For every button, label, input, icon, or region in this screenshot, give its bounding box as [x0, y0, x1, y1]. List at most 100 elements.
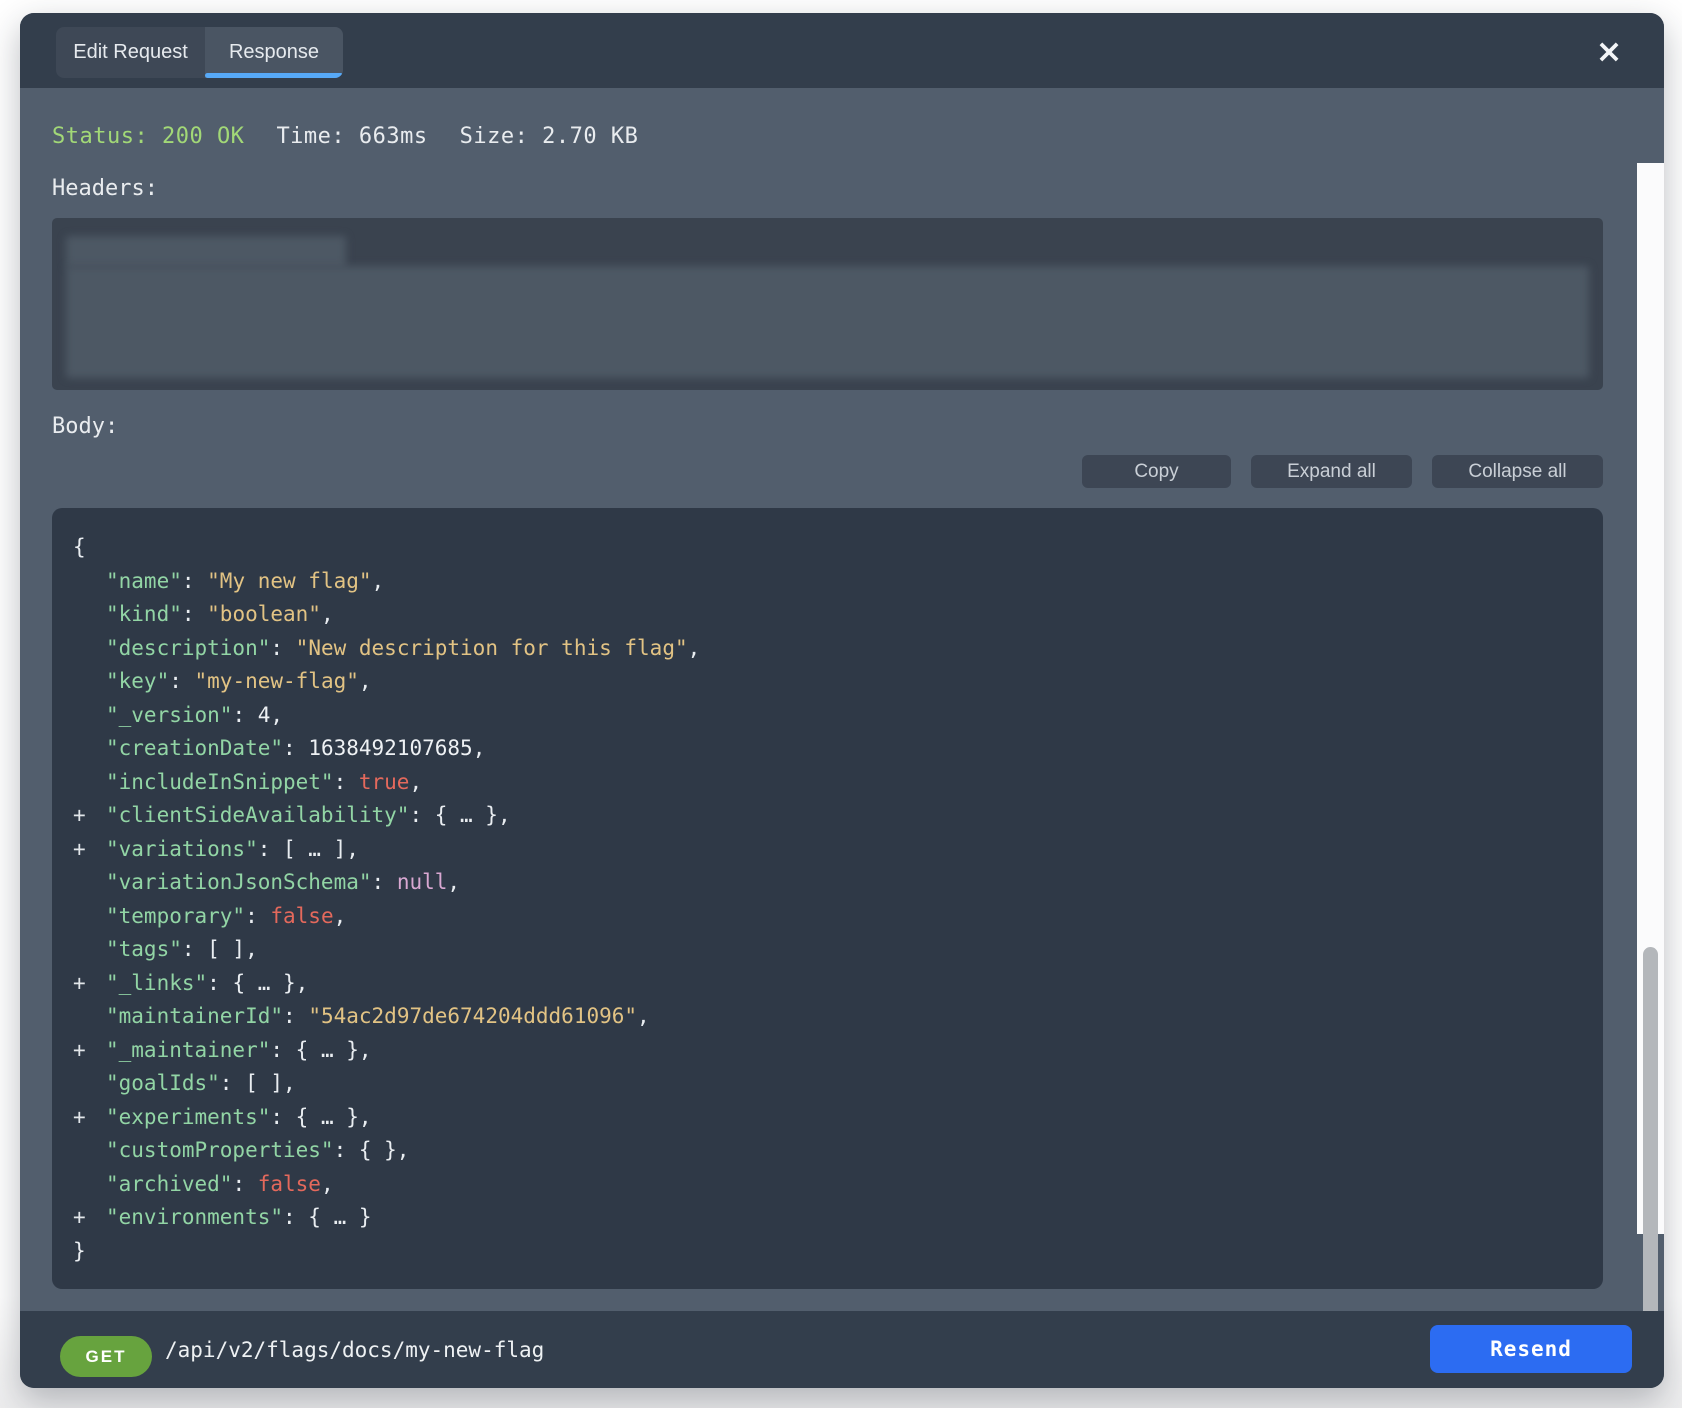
scrollbar-track[interactable]	[1637, 163, 1664, 1234]
code-token: ,	[359, 669, 372, 693]
expand-all-button[interactable]: Expand all	[1251, 455, 1412, 488]
expand-toggle[interactable]: +	[73, 967, 99, 1001]
code-token: null	[397, 870, 448, 894]
code-line: + "clientSideAvailability": { … },	[73, 799, 1583, 833]
code-token: :	[182, 569, 207, 593]
code-token: "54ac2d97de674204ddd61096"	[308, 1004, 637, 1028]
code-token: "New description for this flag"	[296, 636, 688, 660]
code-line: +"_maintainer": { … },	[73, 1034, 1583, 1068]
code-token: "variationJsonSchema"	[106, 870, 372, 894]
code-token: "maintainerId"	[106, 1004, 283, 1028]
close-button[interactable]: ×	[1590, 32, 1628, 70]
code-line: "description": "New description for this…	[73, 632, 1583, 666]
code-line: {	[73, 531, 1583, 565]
tab-edit-request[interactable]: Edit Request	[56, 27, 205, 78]
code-token: :	[334, 770, 359, 794]
code-token: ,	[334, 904, 347, 928]
collapse-all-button[interactable]: Collapse all	[1432, 455, 1603, 488]
response-body: Status: 200 OK Time: 663ms Size: 2.70 KB…	[20, 88, 1664, 1311]
code-token: ,	[473, 736, 486, 760]
code-token: ,	[270, 703, 283, 727]
code-line: + "environments": { … }	[73, 1201, 1583, 1235]
code-token: 4	[258, 703, 271, 727]
code-line: "name": "My new flag",	[73, 565, 1583, 599]
code-token: "environments"	[106, 1205, 283, 1229]
code-token: ,	[447, 870, 460, 894]
json-body-panel: {"name": "My new flag","kind": "boolean"…	[52, 508, 1603, 1289]
copy-button[interactable]: Copy	[1082, 455, 1231, 488]
code-token: :	[232, 703, 257, 727]
code-token: "goalIds"	[106, 1071, 220, 1095]
code-token: "variations"	[106, 837, 258, 861]
code-token: ,	[409, 770, 422, 794]
code-line: "customProperties": { },	[73, 1134, 1583, 1168]
response-size: Size: 2.70 KB	[460, 124, 639, 149]
code-token: : [ ],	[220, 1071, 296, 1095]
code-token: }	[73, 1239, 86, 1263]
tabbar: Edit Request Response	[56, 27, 343, 78]
expand-toggle[interactable]: +	[73, 1201, 99, 1235]
response-status: Status: 200 OK	[52, 124, 244, 149]
code-token: "description"	[106, 636, 270, 660]
code-token: "archived"	[106, 1172, 232, 1196]
code-token: ,	[321, 1172, 334, 1196]
code-line: "tags": [ ],	[73, 933, 1583, 967]
redacted-headers-content	[66, 266, 1589, 378]
code-token: 1638492107685	[308, 736, 472, 760]
code-token: "my-new-flag"	[195, 669, 359, 693]
status-row: Status: 200 OK Time: 663ms Size: 2.70 KB	[52, 124, 638, 149]
code-token: "includeInSnippet"	[106, 770, 334, 794]
code-token: false	[258, 1172, 321, 1196]
headers-label: Headers:	[52, 176, 158, 201]
code-token: :	[245, 904, 270, 928]
code-token: :	[372, 870, 397, 894]
code-token: : [ … ],	[258, 837, 359, 861]
code-token: :	[283, 736, 308, 760]
code-token: "My new flag"	[207, 569, 371, 593]
code-line: "key": "my-new-flag",	[73, 665, 1583, 699]
code-token: :	[270, 636, 295, 660]
code-line: + "_links": { … },	[73, 967, 1583, 1001]
response-time: Time: 663ms	[276, 124, 427, 149]
request-path: /api/v2/flags/docs/my-new-flag	[165, 1311, 544, 1388]
code-line: + "experiments": { … },	[73, 1101, 1583, 1135]
code-token: "customProperties"	[106, 1138, 334, 1162]
code-token: "_version"	[106, 703, 232, 727]
code-token: "_links"	[106, 971, 207, 995]
code-token: true	[359, 770, 410, 794]
code-token: ,	[637, 1004, 650, 1028]
expand-toggle[interactable]: +	[73, 1101, 99, 1135]
code-token: :	[182, 602, 207, 626]
code-token: : { … },	[270, 1038, 371, 1062]
code-token: "name"	[106, 569, 182, 593]
code-token: :	[232, 1172, 257, 1196]
code-token: "tags"	[106, 937, 182, 961]
expand-toggle[interactable]: +	[73, 799, 99, 833]
code-token: : { … },	[409, 803, 510, 827]
code-token: : { … },	[207, 971, 308, 995]
code-token: ,	[372, 569, 385, 593]
resend-button[interactable]: Resend	[1430, 1325, 1632, 1373]
code-token: "boolean"	[207, 602, 321, 626]
code-token: "creationDate"	[106, 736, 283, 760]
code-token: "experiments"	[106, 1105, 270, 1129]
code-token: "key"	[106, 669, 169, 693]
code-token: "clientSideAvailability"	[106, 803, 409, 827]
tab-response[interactable]: Response	[205, 27, 343, 78]
code-token: ,	[688, 636, 701, 660]
code-token: : { … }	[283, 1205, 372, 1229]
code-line: + "variations": [ … ],	[73, 833, 1583, 867]
code-line: "goalIds": [ ],	[73, 1067, 1583, 1101]
expand-toggle[interactable]: +	[73, 1034, 99, 1068]
code-token: : { … },	[270, 1105, 371, 1129]
code-line: "variationJsonSchema": null,	[73, 866, 1583, 900]
tab-active-indicator	[205, 73, 343, 78]
tab-edit-request-label: Edit Request	[73, 41, 188, 64]
body-label: Body:	[52, 414, 118, 439]
tab-response-label: Response	[229, 41, 319, 64]
expand-toggle[interactable]: +	[73, 833, 99, 867]
code-token: : [ ],	[182, 937, 258, 961]
code-token: "temporary"	[106, 904, 245, 928]
code-line: "maintainerId": "54ac2d97de674204ddd6109…	[73, 1000, 1583, 1034]
code-line: }	[73, 1235, 1583, 1269]
